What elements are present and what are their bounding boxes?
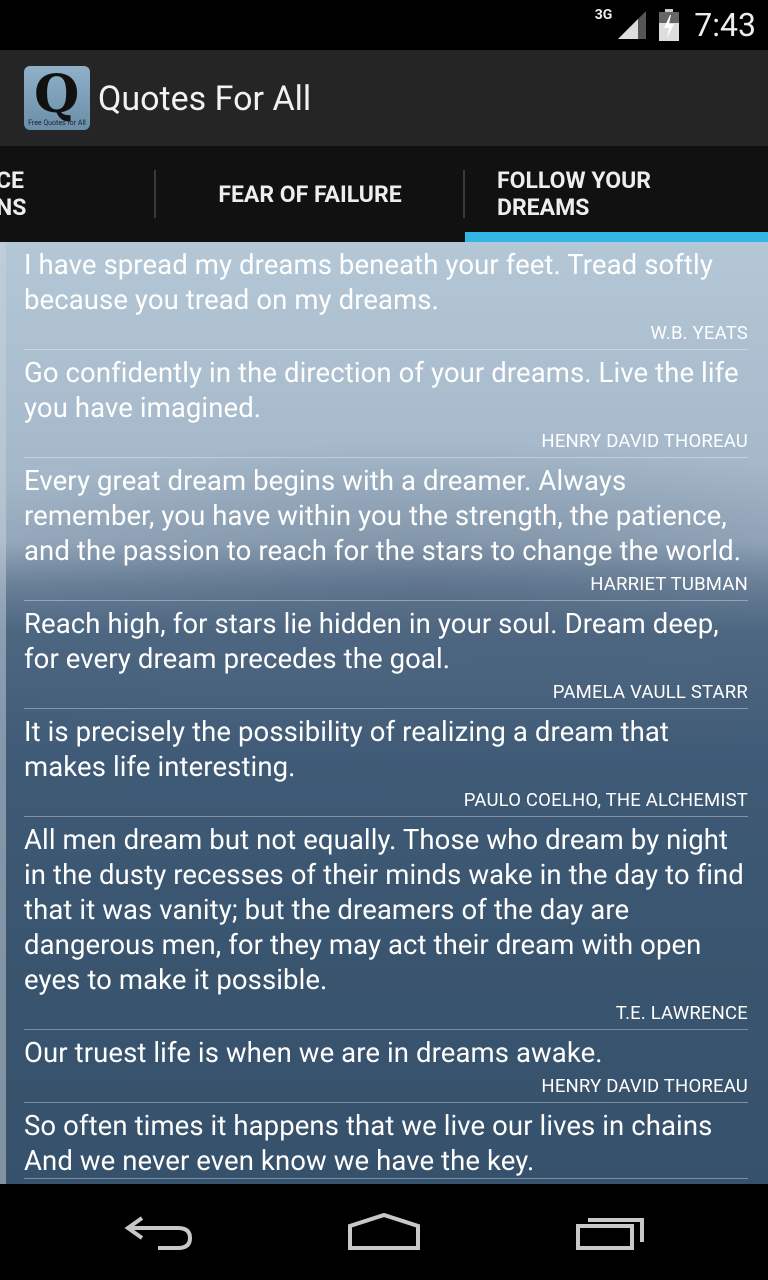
quote-text: Reach high, for stars lie hidden in your… — [24, 607, 719, 675]
quotes-list-background[interactable]: I have spread my dreams beneath your fee… — [0, 242, 768, 1184]
battery-icon — [659, 9, 680, 41]
quote-text: It is precisely the possibility of reali… — [24, 715, 669, 783]
tab-strip[interactable]: CE NS FEAR OF FAILURE FOLLOW YOUR DREAMS — [0, 146, 768, 242]
tab-fear-of-failure[interactable]: FEAR OF FAILURE — [156, 146, 464, 242]
quote-text: Our truest life is when we are in dreams… — [24, 1036, 603, 1069]
quote-text: All men dream but not equally. Those who… — [24, 823, 744, 996]
background-frame — [0, 242, 6, 1184]
quote-item[interactable]: It is precisely the possibility of reali… — [24, 709, 748, 817]
tab-previous[interactable]: CE NS — [0, 146, 146, 242]
quote-author: PAMELA VAULL STARR — [552, 681, 748, 703]
quote-text: Go confidently in the direction of your … — [24, 356, 739, 424]
quote-author: HENRY DAVID THOREAU — [541, 430, 748, 452]
home-icon[interactable] — [346, 1212, 422, 1252]
quote-author: T.E. LAWRENCE — [615, 1002, 748, 1024]
quote-author: HARRIET TUBMAN — [590, 573, 748, 595]
app-logo-icon[interactable]: Q Free Quotes for All — [24, 66, 90, 130]
quote-author: W.B. YEATS — [650, 322, 748, 344]
selected-tab-indicator — [465, 232, 768, 242]
quote-item[interactable]: Reach high, for stars lie hidden in your… — [24, 601, 748, 709]
quote-text: I have spread my dreams beneath your fee… — [24, 248, 713, 316]
quote-item[interactable]: I have spread my dreams beneath your fee… — [24, 242, 748, 350]
network-type: 3G — [594, 7, 613, 23]
quote-item[interactable]: Our truest life is when we are in dreams… — [24, 1030, 748, 1103]
tab-divider — [463, 170, 465, 218]
quote-text: So often times it happens that we live o… — [24, 1109, 713, 1177]
quote-item[interactable]: All men dream but not equally. Those who… — [24, 817, 748, 1030]
navigation-bar — [0, 1184, 768, 1280]
quote-author: PAULO COELHO, THE ALCHEMIST — [463, 789, 748, 811]
status-clock: 7:43 — [694, 6, 756, 44]
recents-icon[interactable] — [574, 1212, 648, 1252]
quote-author: HENRY DAVID THOREAU — [541, 1075, 748, 1097]
status-bar: 3G 7:43 — [0, 0, 768, 50]
quote-item[interactable]: Go confidently in the direction of your … — [24, 350, 748, 458]
tab-follow-your-dreams[interactable]: FOLLOW YOUR DREAMS — [497, 146, 768, 242]
signal-icon — [618, 11, 647, 39]
quote-item[interactable]: Every great dream begins with a dreamer.… — [24, 458, 748, 601]
back-icon[interactable] — [122, 1212, 196, 1252]
action-bar: Q Free Quotes for All Quotes For All — [0, 50, 768, 146]
quotes-list[interactable]: I have spread my dreams beneath your fee… — [24, 242, 748, 1179]
quote-text: Every great dream begins with a dreamer.… — [24, 464, 742, 567]
quote-item[interactable]: So often times it happens that we live o… — [24, 1103, 748, 1179]
app-title: Quotes For All — [98, 79, 312, 119]
